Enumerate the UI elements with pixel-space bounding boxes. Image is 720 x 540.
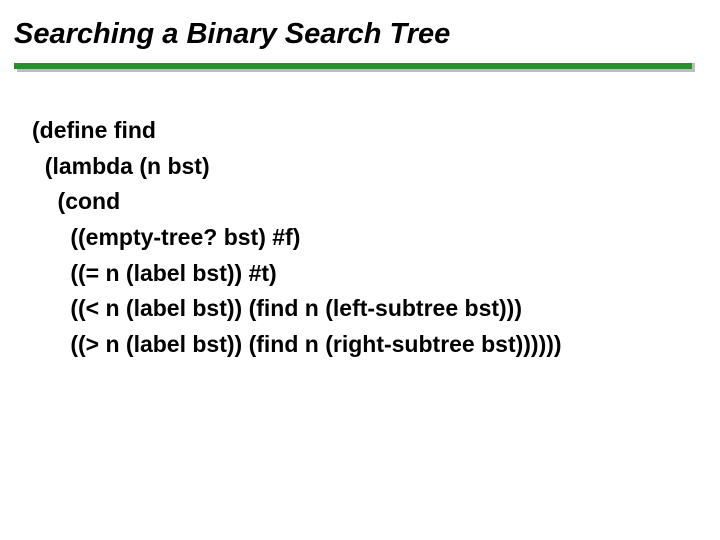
code-line: ((empty-tree? bst) #f) bbox=[32, 220, 720, 256]
code-line: (lambda (n bst) bbox=[32, 149, 720, 185]
slide-title: Searching a Binary Search Tree bbox=[0, 18, 720, 63]
code-line: ((> n (label bst)) (find n (right-subtre… bbox=[32, 327, 720, 363]
title-underline bbox=[14, 63, 692, 73]
code-block: (define find (lambda (n bst) (cond ((emp… bbox=[32, 113, 720, 362]
code-line: ((= n (label bst)) #t) bbox=[32, 256, 720, 292]
code-line: (cond bbox=[32, 184, 720, 220]
green-bar-shadow-side bbox=[692, 63, 695, 69]
code-line: ((< n (label bst)) (find n (left-subtree… bbox=[32, 291, 720, 327]
green-bar bbox=[14, 63, 692, 69]
code-line: (define find bbox=[32, 113, 720, 149]
green-bar-shadow bbox=[17, 69, 695, 72]
